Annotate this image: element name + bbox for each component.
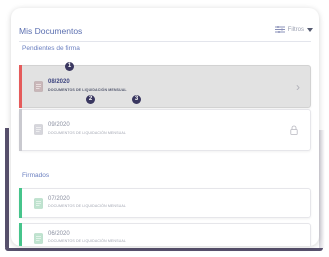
- caret-down-icon: [307, 27, 313, 32]
- section-pending-label: Pendientes de firma: [22, 45, 80, 52]
- device-frame-bottom: [5, 248, 323, 251]
- document-card-pending-1[interactable]: 08/2020 DOCUMENTOS DE LIQUIDACIÓN MENSUA…: [19, 65, 311, 108]
- document-card-pending-2[interactable]: 09/2020 DOCUMENTOS DE LIQUIDACIÓN MENSUA…: [19, 109, 311, 151]
- annotation-marker-2: 2: [86, 95, 95, 104]
- filters-button[interactable]: Filtros: [274, 26, 313, 33]
- panel-header: Mis Documentos Filtros: [19, 26, 315, 40]
- annotation-marker-1: 1: [65, 62, 74, 71]
- card-accent: [19, 65, 22, 108]
- document-description: DOCUMENTOS DE LIQUIDACIÓN MENSUAL: [48, 131, 126, 135]
- document-description: DOCUMENTOS DE LIQUIDACIÓN MENSUAL: [48, 88, 127, 92]
- header-divider: [19, 41, 311, 42]
- chevron-right-icon: ›: [296, 80, 300, 94]
- document-description: DOCUMENTOS DE LIQUIDACIÓN MENSUAL: [48, 239, 126, 243]
- document-date: 09/2020: [48, 122, 70, 128]
- device-frame-shadow: [319, 130, 325, 248]
- lock-icon: [290, 125, 298, 135]
- sliders-icon: [274, 26, 285, 33]
- documents-panel: Mis Documentos Filtros Pendientes de fir…: [11, 8, 319, 246]
- document-icon: [34, 198, 43, 209]
- document-icon: [34, 124, 43, 135]
- document-icon: [34, 233, 43, 244]
- page-title: Mis Documentos: [19, 26, 83, 36]
- document-description: DOCUMENTOS DE LIQUIDACIÓN MENSUAL: [48, 204, 126, 208]
- document-card-signed-1[interactable]: 07/2020 DOCUMENTOS DE LIQUIDACIÓN MENSUA…: [19, 188, 311, 218]
- annotation-marker-3: 3: [132, 95, 141, 104]
- device-frame-left: [5, 128, 9, 251]
- section-signed-label: Firmados: [22, 172, 50, 179]
- document-icon: [34, 81, 43, 92]
- card-accent: [19, 223, 22, 246]
- card-accent: [19, 109, 22, 151]
- document-card-signed-2[interactable]: 06/2020 DOCUMENTOS DE LIQUIDACIÓN MENSUA…: [19, 223, 311, 246]
- document-date: 06/2020: [48, 231, 70, 237]
- filters-label: Filtros: [287, 26, 304, 33]
- document-date: 07/2020: [48, 196, 70, 202]
- card-accent: [19, 188, 22, 218]
- document-date: 08/2020: [48, 79, 70, 85]
